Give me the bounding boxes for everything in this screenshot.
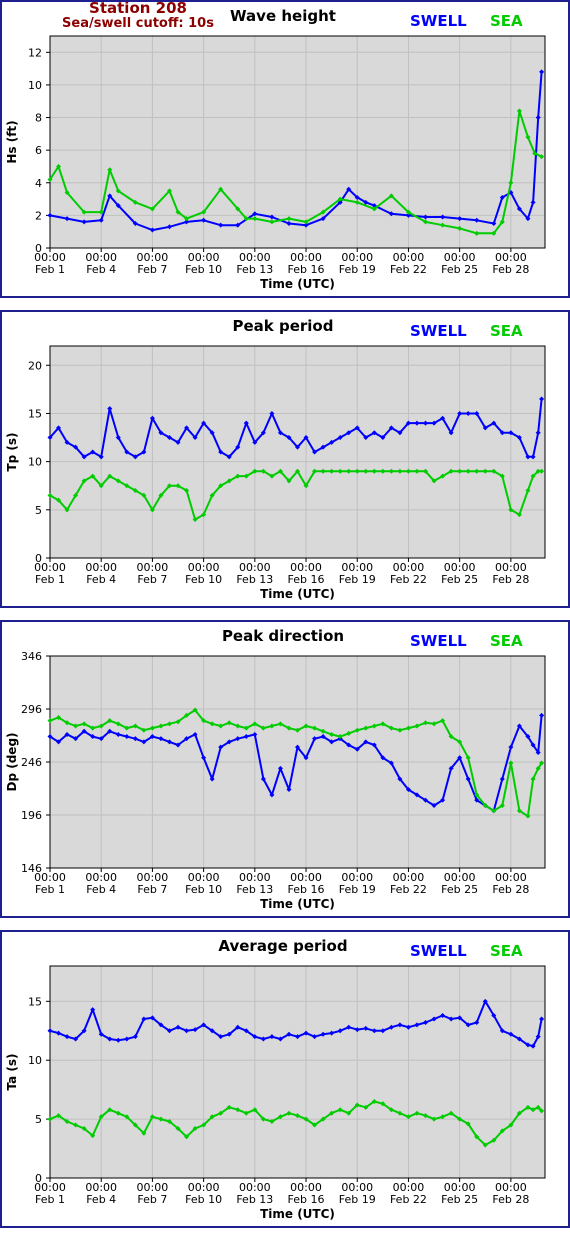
x-tick-date: Feb 22 xyxy=(390,573,427,586)
x-axis-label: Time (UTC) xyxy=(260,897,335,911)
y-tick-label: 10 xyxy=(28,79,42,92)
x-tick-date: Feb 13 xyxy=(236,263,273,276)
y-tick-label: 5 xyxy=(35,1113,42,1126)
y-tick-label: 6 xyxy=(35,144,42,157)
x-tick-date: Feb 13 xyxy=(236,883,273,896)
y-tick-label: 20 xyxy=(28,359,42,372)
x-tick-date: Feb 25 xyxy=(441,263,478,276)
legend-sea: SEA xyxy=(490,12,523,30)
x-tick-date: Feb 13 xyxy=(236,1193,273,1206)
y-tick-label: 5 xyxy=(35,504,42,517)
x-tick-date: Feb 25 xyxy=(441,1193,478,1206)
y-tick-label: 346 xyxy=(21,650,42,663)
plot-area xyxy=(50,966,545,1178)
x-tick-date: Feb 7 xyxy=(137,573,167,586)
x-tick-date: Feb 19 xyxy=(339,263,376,276)
y-tick-label: 10 xyxy=(28,1054,42,1067)
x-tick-date: Feb 28 xyxy=(492,883,529,896)
chart-svg-wave-height: 02468101200:00Feb 100:00Feb 400:00Feb 70… xyxy=(0,0,570,298)
x-tick-date: Feb 10 xyxy=(185,573,222,586)
x-tick-date: Feb 4 xyxy=(86,573,116,586)
x-tick-date: Feb 28 xyxy=(492,263,529,276)
y-tick-label: 4 xyxy=(35,177,42,190)
x-tick-date: Feb 10 xyxy=(185,1193,222,1206)
x-tick-date: Feb 4 xyxy=(86,1193,116,1206)
chart-panel-wave-height: 0 2 4 6 8 10 12 00:00 Feb 1 00:00 Feb 4 00:00 Feb 70… xyxy=(0,0,570,298)
plot-area xyxy=(50,346,545,558)
x-tick-date: Feb 19 xyxy=(339,1193,376,1206)
x-tick-date: Feb 10 xyxy=(185,883,222,896)
y-tick-label: 15 xyxy=(28,407,42,420)
y-axis-label: Dp (deg) xyxy=(5,732,19,791)
legend-swell: SWELL xyxy=(410,322,467,340)
x-axis-label: Time (UTC) xyxy=(260,277,335,291)
chart-svg-average-period: 05101500:00Feb 100:00Feb 400:00Feb 700:0… xyxy=(0,930,570,1228)
x-tick-date: Feb 10 xyxy=(185,263,222,276)
station-name: Station 208 xyxy=(89,0,187,17)
chart-panel-peak-direction: 146 196 246 296 346 00:00 Feb 1 00:00 Feb 4 00:00… xyxy=(0,620,570,918)
station-label: Station 208 Sea/swell cutoff: 10s xyxy=(58,0,218,31)
legend-sea: SEA xyxy=(490,632,523,650)
legend-swell: SWELL xyxy=(410,12,467,30)
y-tick-label: 296 xyxy=(21,703,42,716)
legend-sea: SEA xyxy=(490,322,523,340)
x-tick-date: Feb 25 xyxy=(441,883,478,896)
y-tick-label: 10 xyxy=(28,456,42,469)
legend-swell: SWELL xyxy=(410,942,467,960)
x-axis-label: Time (UTC) xyxy=(260,587,335,601)
x-tick-date: Feb 22 xyxy=(390,1193,427,1206)
x-tick-date: Feb 13 xyxy=(236,573,273,586)
x-tick-date: Feb 7 xyxy=(137,263,167,276)
x-tick-date: Feb 16 xyxy=(288,573,325,586)
x-tick-date: Feb 1 xyxy=(35,573,65,586)
cutoff-note: Sea/swell cutoff: 10s xyxy=(62,16,214,31)
plot-area xyxy=(50,36,545,248)
chart-panel-peak-period: 0 5 10 15 20 00:00 Feb 1 00:00 Feb 4 00:00 Feb 7 00… xyxy=(0,310,570,608)
x-tick-date: Feb 7 xyxy=(137,883,167,896)
x-tick-date: Feb 1 xyxy=(35,263,65,276)
y-axis-label: Ta (s) xyxy=(5,1053,19,1090)
y-tick-label: 246 xyxy=(21,756,42,769)
chart-title: Average period xyxy=(218,937,347,955)
x-tick-date: Feb 4 xyxy=(86,883,116,896)
chart-svg-peak-period: 0510152000:00Feb 100:00Feb 400:00Feb 700… xyxy=(0,310,570,608)
x-tick-date: Feb 22 xyxy=(390,883,427,896)
y-tick-label: 8 xyxy=(35,112,42,125)
chart-title: Wave height xyxy=(230,7,336,25)
x-tick-date: Feb 19 xyxy=(339,573,376,586)
x-tick-date: Feb 28 xyxy=(492,1193,529,1206)
x-tick-date: Feb 7 xyxy=(137,1193,167,1206)
y-tick-label: 196 xyxy=(21,809,42,822)
y-axis-label: Tp (s) xyxy=(5,432,19,471)
x-tick-date: Feb 25 xyxy=(441,573,478,586)
chart-svg-peak-direction: 14619624629634600:00Feb 100:00Feb 400:00… xyxy=(0,620,570,918)
x-axis-label: Time (UTC) xyxy=(260,1207,335,1221)
x-tick-date: Feb 19 xyxy=(339,883,376,896)
x-tick-date: Feb 28 xyxy=(492,573,529,586)
legend-sea: SEA xyxy=(490,942,523,960)
x-tick-date: Feb 4 xyxy=(86,263,116,276)
y-axis-label: Hs (ft) xyxy=(5,120,19,163)
chart-title: Peak period xyxy=(233,317,334,335)
legend-swell: SWELL xyxy=(410,632,467,650)
x-tick-date: Feb 22 xyxy=(390,263,427,276)
x-tick-date: Feb 16 xyxy=(288,1193,325,1206)
x-tick-date: Feb 1 xyxy=(35,883,65,896)
y-tick-label: 12 xyxy=(28,46,42,59)
y-tick-label: 2 xyxy=(35,209,42,222)
chart-panel-average-period: 0 5 10 15 00:00 Feb 1 00:00 Feb 4 00:00 Feb 7 00:0… xyxy=(0,930,570,1228)
x-tick-date: Feb 16 xyxy=(288,263,325,276)
x-tick-date: Feb 1 xyxy=(35,1193,65,1206)
y-tick-label: 15 xyxy=(28,995,42,1008)
chart-title: Peak direction xyxy=(222,627,344,645)
x-tick-date: Feb 16 xyxy=(288,883,325,896)
